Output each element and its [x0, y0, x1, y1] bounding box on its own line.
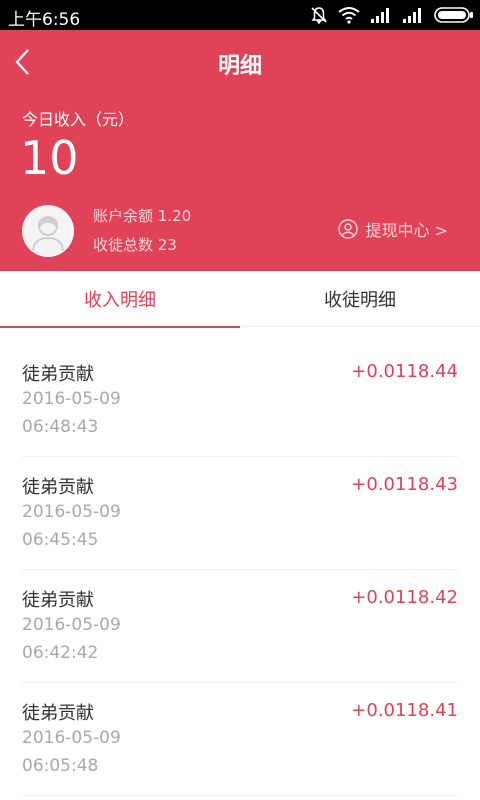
record-date: 2016-05-09 [22, 389, 121, 409]
record-amount: +0.0118.44 [351, 361, 458, 382]
withdraw-center-link[interactable]: 提现中心 > [337, 217, 449, 241]
list-item[interactable]: 徒弟贡献 2016-05-09 06:05:48 +0.0118.41 [22, 683, 458, 796]
summary-header: 明细 今日收入（元） 10 账户余额 1.20 收徒总数 23 提现中心 > [0, 30, 480, 271]
page-title: 明细 [217, 54, 262, 79]
notifications-off-icon [310, 6, 328, 24]
record-time: 06:48:43 [22, 417, 99, 437]
record-title: 徒弟贡献 [22, 703, 94, 724]
record-title: 徒弟贡献 [22, 364, 94, 385]
record-time: 06:05:48 [22, 756, 99, 776]
income-record-list: 徒弟贡献 2016-05-09 06:48:43 +0.0118.44 徒弟贡献… [0, 344, 480, 796]
user-avatar-icon [32, 216, 64, 252]
list-item[interactable]: 徒弟贡献 2016-05-09 06:42:42 +0.0118.42 [22, 570, 458, 683]
record-date: 2016-05-09 [22, 728, 121, 748]
tab-disciple-detail[interactable]: 收徒明细 [240, 271, 480, 327]
record-date: 2016-05-09 [22, 615, 121, 635]
record-amount: +0.0118.41 [351, 700, 458, 721]
record-time: 06:42:42 [22, 643, 99, 663]
withdraw-center-label: 提现中心 > [365, 221, 449, 240]
detail-tabs: 收入明细 收徒明细 [0, 271, 480, 328]
today-income-value: 10 [20, 131, 79, 185]
record-title: 徒弟贡献 [22, 477, 94, 498]
tab-income-detail[interactable]: 收入明细 [0, 271, 240, 328]
disciples-total: 收徒总数 23 [93, 236, 177, 254]
account-balance: 账户余额 1.20 [93, 207, 192, 225]
signal-icon [402, 7, 424, 23]
avatar [22, 205, 74, 257]
today-income-label: 今日收入（元） [22, 110, 135, 129]
status-icons [310, 6, 474, 24]
record-date: 2016-05-09 [22, 502, 121, 522]
signal-icon [370, 7, 392, 23]
user-circle-icon [337, 219, 358, 239]
record-title: 徒弟贡献 [22, 590, 94, 611]
status-time: 上午6:56 [8, 10, 81, 30]
record-amount: +0.0118.42 [351, 587, 458, 608]
list-item[interactable]: 徒弟贡献 2016-05-09 06:48:43 +0.0118.44 [22, 344, 458, 457]
list-item[interactable]: 徒弟贡献 2016-05-09 06:45:45 +0.0118.43 [22, 457, 458, 570]
battery-icon [434, 7, 474, 23]
record-amount: +0.0118.43 [351, 474, 458, 495]
record-time: 06:45:45 [22, 530, 99, 550]
status-bar: 上午6:56 [0, 0, 480, 30]
wifi-icon [338, 6, 360, 24]
